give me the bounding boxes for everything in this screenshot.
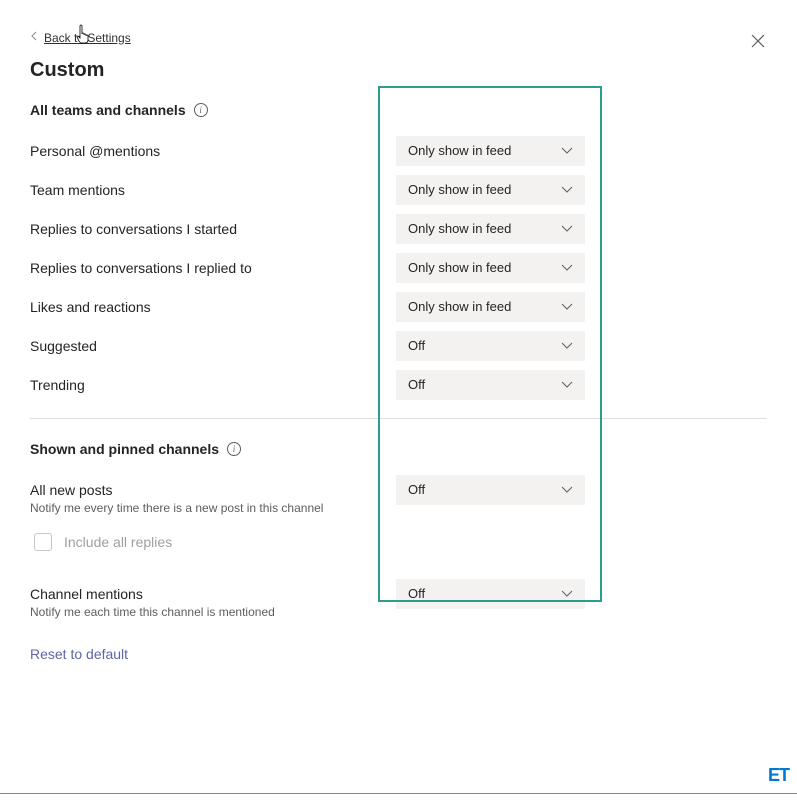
- dropdown-value: Only show in feed: [408, 221, 511, 236]
- chevron-down-icon: [561, 301, 573, 313]
- chevron-left-icon: [30, 31, 38, 44]
- dropdown-personal-mentions[interactable]: Only show in feed: [396, 136, 585, 166]
- setting-label-channel-mentions: Channel mentions: [30, 586, 396, 602]
- dropdown-suggested[interactable]: Off: [396, 331, 585, 361]
- dropdown-team-mentions[interactable]: Only show in feed: [396, 175, 585, 205]
- footer-logo: ET: [768, 765, 789, 786]
- setting-label-replies-started: Replies to conversations I started: [30, 221, 396, 237]
- dropdown-replies-replied[interactable]: Only show in feed: [396, 253, 585, 283]
- setting-label-personal-mentions: Personal @mentions: [30, 143, 396, 159]
- footer-divider: [0, 793, 797, 794]
- chevron-down-icon: [561, 145, 573, 157]
- section-heading-label: All teams and channels: [30, 102, 186, 118]
- dropdown-value: Only show in feed: [408, 260, 511, 275]
- info-icon[interactable]: i: [227, 442, 241, 456]
- chevron-down-icon: [561, 379, 573, 391]
- page-title: Custom: [30, 59, 767, 82]
- chevron-down-icon: [561, 262, 573, 274]
- chevron-down-icon: [561, 588, 573, 600]
- chevron-down-icon: [561, 484, 573, 496]
- dropdown-channel-mentions[interactable]: Off: [396, 579, 585, 609]
- dropdown-replies-started[interactable]: Only show in feed: [396, 214, 585, 244]
- dropdown-likes-reactions[interactable]: Only show in feed: [396, 292, 585, 322]
- dropdown-all-new-posts[interactable]: Off: [396, 475, 585, 505]
- setting-label-team-mentions: Team mentions: [30, 182, 396, 198]
- reset-to-default-link[interactable]: Reset to default: [30, 646, 128, 662]
- chevron-down-icon: [561, 223, 573, 235]
- section-heading-label: Shown and pinned channels: [30, 441, 219, 457]
- checkbox-include-all-replies[interactable]: [34, 533, 52, 551]
- back-to-settings-link[interactable]: Back to Settings: [30, 31, 131, 45]
- section-shown-pinned-heading: Shown and pinned channels i: [30, 441, 767, 457]
- chevron-down-icon: [561, 184, 573, 196]
- checkbox-label-include-replies: Include all replies: [64, 534, 172, 550]
- info-icon[interactable]: i: [194, 103, 208, 117]
- dropdown-value: Off: [408, 377, 425, 392]
- dropdown-value: Off: [408, 482, 425, 497]
- dropdown-value: Only show in feed: [408, 182, 511, 197]
- chevron-down-icon: [561, 340, 573, 352]
- setting-subtext-channel-mentions: Notify me each time this channel is ment…: [30, 605, 396, 619]
- setting-label-likes-reactions: Likes and reactions: [30, 299, 396, 315]
- dropdown-value: Off: [408, 338, 425, 353]
- back-link-label: Back to Settings: [44, 31, 131, 45]
- section-divider: [30, 418, 767, 419]
- dropdown-value: Only show in feed: [408, 299, 511, 314]
- setting-subtext-all-new-posts: Notify me every time there is a new post…: [30, 501, 396, 515]
- close-button[interactable]: [747, 30, 769, 55]
- setting-label-trending: Trending: [30, 377, 396, 393]
- setting-label-replies-replied: Replies to conversations I replied to: [30, 260, 396, 276]
- section-all-teams-heading: All teams and channels i: [30, 102, 767, 118]
- close-icon: [751, 34, 765, 48]
- setting-label-suggested: Suggested: [30, 338, 396, 354]
- dropdown-trending[interactable]: Off: [396, 370, 585, 400]
- setting-label-all-new-posts: All new posts: [30, 482, 396, 498]
- dropdown-value: Only show in feed: [408, 143, 511, 158]
- dropdown-value: Off: [408, 586, 425, 601]
